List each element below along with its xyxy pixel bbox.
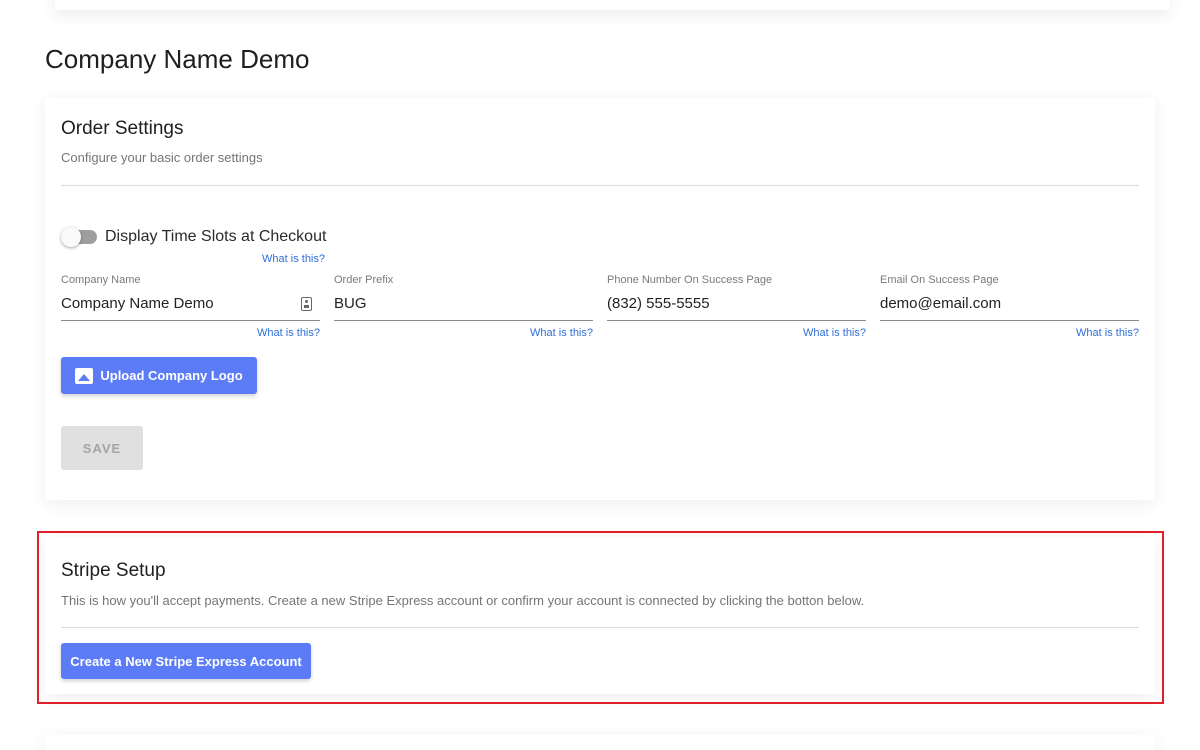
email-help-link[interactable]: What is this? xyxy=(1059,327,1139,339)
top-bar xyxy=(55,0,1170,10)
email-input[interactable]: demo@email.com xyxy=(880,295,1001,312)
field-underline xyxy=(880,320,1139,321)
order-settings-subtitle: Configure your basic order settings xyxy=(61,150,263,165)
page-title: Company Name Demo xyxy=(45,44,310,74)
field-underline xyxy=(61,320,320,321)
save-button[interactable]: SAVE xyxy=(61,426,143,470)
order-prefix-label: Order Prefix xyxy=(334,274,394,286)
time-slots-toggle[interactable] xyxy=(61,227,97,247)
next-card xyxy=(45,735,1155,750)
upload-company-logo-label: Upload Company Logo xyxy=(100,368,243,383)
divider xyxy=(61,627,1139,628)
stripe-setup-title: Stripe Setup xyxy=(61,560,166,581)
upload-company-logo-button[interactable]: Upload Company Logo xyxy=(61,357,257,394)
order-prefix-help-link[interactable]: What is this? xyxy=(513,327,593,339)
field-underline xyxy=(607,320,866,321)
company-name-field[interactable]: Company Name Company Name Demo xyxy=(61,274,320,322)
email-label: Email On Success Page xyxy=(880,274,999,286)
order-settings-card: Order Settings Configure your basic orde… xyxy=(45,98,1155,500)
toggle-knob[interactable] xyxy=(61,227,81,247)
phone-number-label: Phone Number On Success Page xyxy=(607,274,773,286)
company-name-label: Company Name xyxy=(61,274,141,286)
stripe-setup-card: Stripe Setup This is how you'll accept p… xyxy=(45,537,1155,694)
time-slots-help-link[interactable]: What is this? xyxy=(261,253,325,265)
company-name-input[interactable]: Company Name Demo xyxy=(61,295,214,312)
order-prefix-field[interactable]: Order Prefix BUG xyxy=(334,274,593,322)
order-settings-title: Order Settings xyxy=(61,118,184,139)
field-underline xyxy=(334,320,593,321)
phone-number-help-link[interactable]: What is this? xyxy=(786,327,866,339)
time-slots-toggle-label: Display Time Slots at Checkout xyxy=(105,228,327,245)
phone-number-input[interactable]: (832) 555-5555 xyxy=(607,295,710,312)
stripe-setup-subtitle: This is how you'll accept payments. Crea… xyxy=(61,593,865,608)
image-icon xyxy=(75,367,94,384)
phone-number-field[interactable]: Phone Number On Success Page (832) 555-5… xyxy=(607,274,866,322)
order-prefix-input[interactable]: BUG xyxy=(334,295,367,312)
contact-card-icon[interactable] xyxy=(301,297,312,311)
company-name-help-link[interactable]: What is this? xyxy=(240,327,320,339)
create-stripe-account-button[interactable]: Create a New Stripe Express Account xyxy=(61,643,311,679)
email-field[interactable]: Email On Success Page demo@email.com xyxy=(880,274,1139,322)
divider xyxy=(61,185,1139,186)
